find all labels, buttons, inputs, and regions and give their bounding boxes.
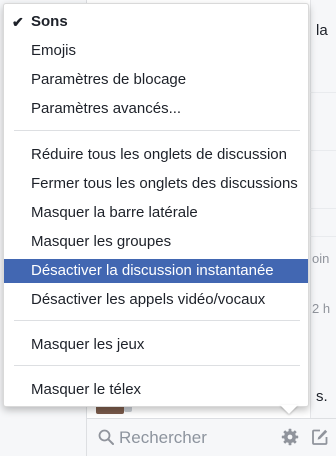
- menu-item-close-chat-tabs[interactable]: Fermer tous les onglets des discussions: [4, 172, 308, 196]
- menu-item-label: Désactiver les appels vidéo/vocaux: [31, 291, 266, 308]
- menu-item-label: Sons: [31, 13, 68, 30]
- menu-item-label: Fermer tous les onglets des discussions: [31, 175, 298, 192]
- menu-pointer: [280, 405, 298, 414]
- background-divider: [310, 208, 336, 209]
- menu-item-label: Masquer la barre latérale: [31, 204, 198, 221]
- menu-item-turn-off-calls[interactable]: Désactiver les appels vidéo/vocaux: [4, 288, 308, 312]
- menu-item-label: Masquer le télex: [31, 381, 142, 398]
- menu-item-turn-off-chat[interactable]: Désactiver la discussion instantanée: [4, 259, 308, 283]
- menu-item-emojis[interactable]: Emojis: [4, 39, 308, 63]
- menu-item-hide-ticker[interactable]: Masquer le télex: [4, 378, 308, 402]
- search-input[interactable]: [119, 425, 289, 451]
- menu-item-label: Paramètres de blocage: [31, 71, 187, 88]
- chat-search-bar: [87, 418, 336, 456]
- chat-settings-menu: ✔ Sons Emojis Paramètres de blocage Para…: [3, 3, 309, 407]
- background-snippet: la: [316, 22, 328, 39]
- menu-separator: [14, 365, 300, 366]
- background-snippet: 2 h: [312, 301, 331, 316]
- background-snippet: oin: [312, 251, 330, 266]
- background-divider: [310, 236, 336, 237]
- menu-item-hide-games[interactable]: Masquer les jeux: [4, 333, 308, 357]
- settings-button[interactable]: [278, 427, 302, 451]
- search-icon: [98, 429, 114, 445]
- menu-item-hide-groups[interactable]: Masquer les groupes: [4, 230, 308, 254]
- menu-item-label: Paramètres avancés...: [31, 100, 182, 117]
- menu-item-hide-sidebar[interactable]: Masquer la barre latérale: [4, 201, 308, 225]
- compose-icon: [311, 428, 329, 451]
- menu-item-label: Masquer les groupes: [31, 233, 172, 250]
- gear-icon: [281, 428, 299, 451]
- menu-item-sounds[interactable]: ✔ Sons: [4, 10, 308, 34]
- background-snippet: s.: [316, 388, 328, 405]
- background-divider: [310, 92, 336, 93]
- menu-separator: [14, 320, 300, 321]
- menu-item-advanced-settings[interactable]: Paramètres avancés...: [4, 97, 308, 121]
- menu-item-label: Masquer les jeux: [31, 336, 145, 353]
- menu-item-blocking-settings[interactable]: Paramètres de blocage: [4, 68, 308, 92]
- menu-item-label: Réduire tous les onglets de discussion: [31, 146, 287, 163]
- menu-item-label: Désactiver la discussion instantanée: [31, 262, 274, 279]
- new-message-button[interactable]: [308, 427, 332, 451]
- menu-item-minimize-chat-tabs[interactable]: Réduire tous les onglets de discussion: [4, 143, 308, 167]
- background-divider: [310, 150, 336, 151]
- menu-separator: [14, 130, 300, 131]
- menu-item-label: Emojis: [31, 42, 77, 59]
- check-icon: ✔: [12, 14, 24, 30]
